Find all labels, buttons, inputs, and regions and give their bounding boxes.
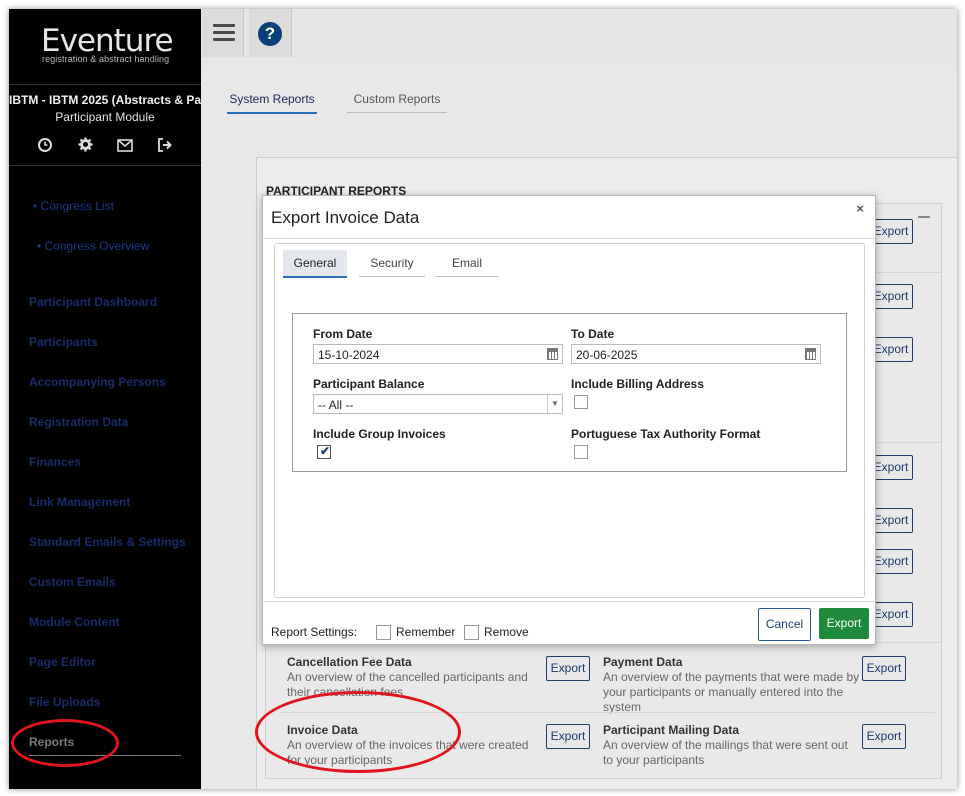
- export-button-primary[interactable]: Export: [819, 608, 869, 639]
- calendar-icon[interactable]: [805, 348, 816, 360]
- report-desc-mailing: An overview of the mailings that were se…: [603, 738, 848, 767]
- report-title-cancellation: Cancellation Fee Data: [287, 655, 412, 669]
- sidebar-link-congress-overview[interactable]: • Congress Overview: [37, 239, 149, 253]
- portuguese-tax-checkbox[interactable]: [574, 445, 588, 459]
- mail-icon[interactable]: [113, 137, 137, 159]
- sidebar-item-standard-emails[interactable]: Standard Emails & Settings: [29, 535, 186, 549]
- report-title-payment: Payment Data: [603, 655, 683, 669]
- group-invoices-checkbox[interactable]: ✔: [317, 444, 331, 459]
- menu-button[interactable]: [201, 9, 244, 57]
- remove-checkbox[interactable]: [464, 625, 479, 640]
- sidebar-item-module-content[interactable]: Module Content: [29, 615, 120, 629]
- tab-system-reports[interactable]: System Reports: [227, 92, 317, 114]
- logo-subtitle: registration & abstract handling: [42, 54, 170, 64]
- clock-icon[interactable]: [33, 137, 57, 159]
- tab-custom-reports[interactable]: Custom Reports: [347, 92, 447, 113]
- report-desc-payment: An overview of the payments that were ma…: [603, 670, 860, 714]
- sidebar-icon-bar: [29, 137, 201, 159]
- gear-icon[interactable]: [73, 137, 97, 159]
- sidebar-item-page-editor[interactable]: Page Editor: [29, 655, 96, 669]
- report-settings-label: Report Settings:: [271, 625, 358, 639]
- tab-general[interactable]: General: [283, 250, 347, 278]
- to-date-value: 20-06-2025: [576, 348, 638, 362]
- sidebar-link-congress-list[interactable]: • Congress List: [33, 199, 114, 213]
- sidebar-item-participant-dashboard[interactable]: Participant Dashboard: [29, 295, 157, 309]
- help-button[interactable]: ?: [249, 9, 292, 57]
- remember-label: Remember: [396, 625, 456, 639]
- export-invoice-dialog: Export Invoice Data × General Security E…: [262, 195, 876, 645]
- help-icon: ?: [258, 22, 282, 46]
- sidebar-item-link-management[interactable]: Link Management: [29, 495, 130, 509]
- participant-balance-select[interactable]: -- All -- ▼: [313, 394, 563, 414]
- dialog-title: Export Invoice Data: [271, 208, 420, 227]
- group-invoices-label: Include Group Invoices: [313, 427, 446, 441]
- remove-label: Remove: [484, 625, 529, 639]
- annotation-circle-invoice: [255, 691, 461, 773]
- export-cancellation-button[interactable]: Export: [546, 656, 590, 681]
- tab-email[interactable]: Email: [436, 250, 498, 277]
- divider: [9, 165, 201, 166]
- billing-address-checkbox[interactable]: [574, 395, 588, 409]
- collapse-icon[interactable]: [918, 216, 930, 218]
- participant-balance-value: -- All --: [318, 398, 354, 412]
- event-name: IBTM - IBTM 2025 (Abstracts & Par...: [9, 93, 201, 107]
- tab-security[interactable]: Security: [359, 250, 425, 277]
- chevron-down-icon: ▼: [547, 395, 562, 413]
- sidebar-item-participants[interactable]: Participants: [29, 335, 98, 349]
- export-invoice-button[interactable]: Export: [546, 724, 590, 749]
- report-title-mailing: Participant Mailing Data: [603, 723, 740, 737]
- dialog-body: General Security Email From Date 15-10-2…: [274, 243, 865, 598]
- annotation-circle-reports: [11, 719, 119, 767]
- top-bar: ?: [201, 9, 957, 67]
- close-icon[interactable]: ×: [856, 201, 864, 216]
- general-settings-fieldset: From Date 15-10-2024 To Date 20-06-2025 …: [292, 313, 847, 472]
- export-payment-button[interactable]: Export: [862, 656, 906, 681]
- sidebar: Eventure registration & abstract handlin…: [9, 9, 201, 789]
- calendar-icon[interactable]: [547, 348, 558, 360]
- checkmark-icon: ✔: [320, 444, 331, 458]
- sidebar-item-finances[interactable]: Finances: [29, 455, 81, 469]
- logout-icon[interactable]: [153, 137, 177, 159]
- to-date-label: To Date: [571, 327, 615, 341]
- export-mailing-button[interactable]: Export: [862, 724, 906, 749]
- from-date-input[interactable]: 15-10-2024: [313, 344, 563, 364]
- divider: [263, 238, 875, 239]
- app-window: Eventure registration & abstract handlin…: [9, 9, 957, 789]
- sidebar-item-accompanying-persons[interactable]: Accompanying Persons: [29, 375, 166, 389]
- participant-balance-label: Participant Balance: [313, 377, 425, 391]
- remember-checkbox[interactable]: [376, 625, 391, 640]
- divider: [263, 601, 875, 602]
- billing-address-label: Include Billing Address: [571, 377, 704, 391]
- from-date-value: 15-10-2024: [318, 348, 380, 362]
- divider: [9, 84, 201, 85]
- sidebar-item-custom-emails[interactable]: Custom Emails: [29, 575, 116, 589]
- hamburger-icon: [213, 24, 235, 41]
- module-name: Participant Module: [55, 110, 155, 124]
- portuguese-tax-label: Portuguese Tax Authority Format: [571, 427, 761, 441]
- sidebar-item-file-uploads[interactable]: File Uploads: [29, 695, 100, 709]
- to-date-input[interactable]: 20-06-2025: [571, 344, 821, 364]
- from-date-label: From Date: [313, 327, 373, 341]
- cancel-button[interactable]: Cancel: [758, 608, 811, 641]
- sidebar-item-registration-data[interactable]: Registration Data: [29, 415, 128, 429]
